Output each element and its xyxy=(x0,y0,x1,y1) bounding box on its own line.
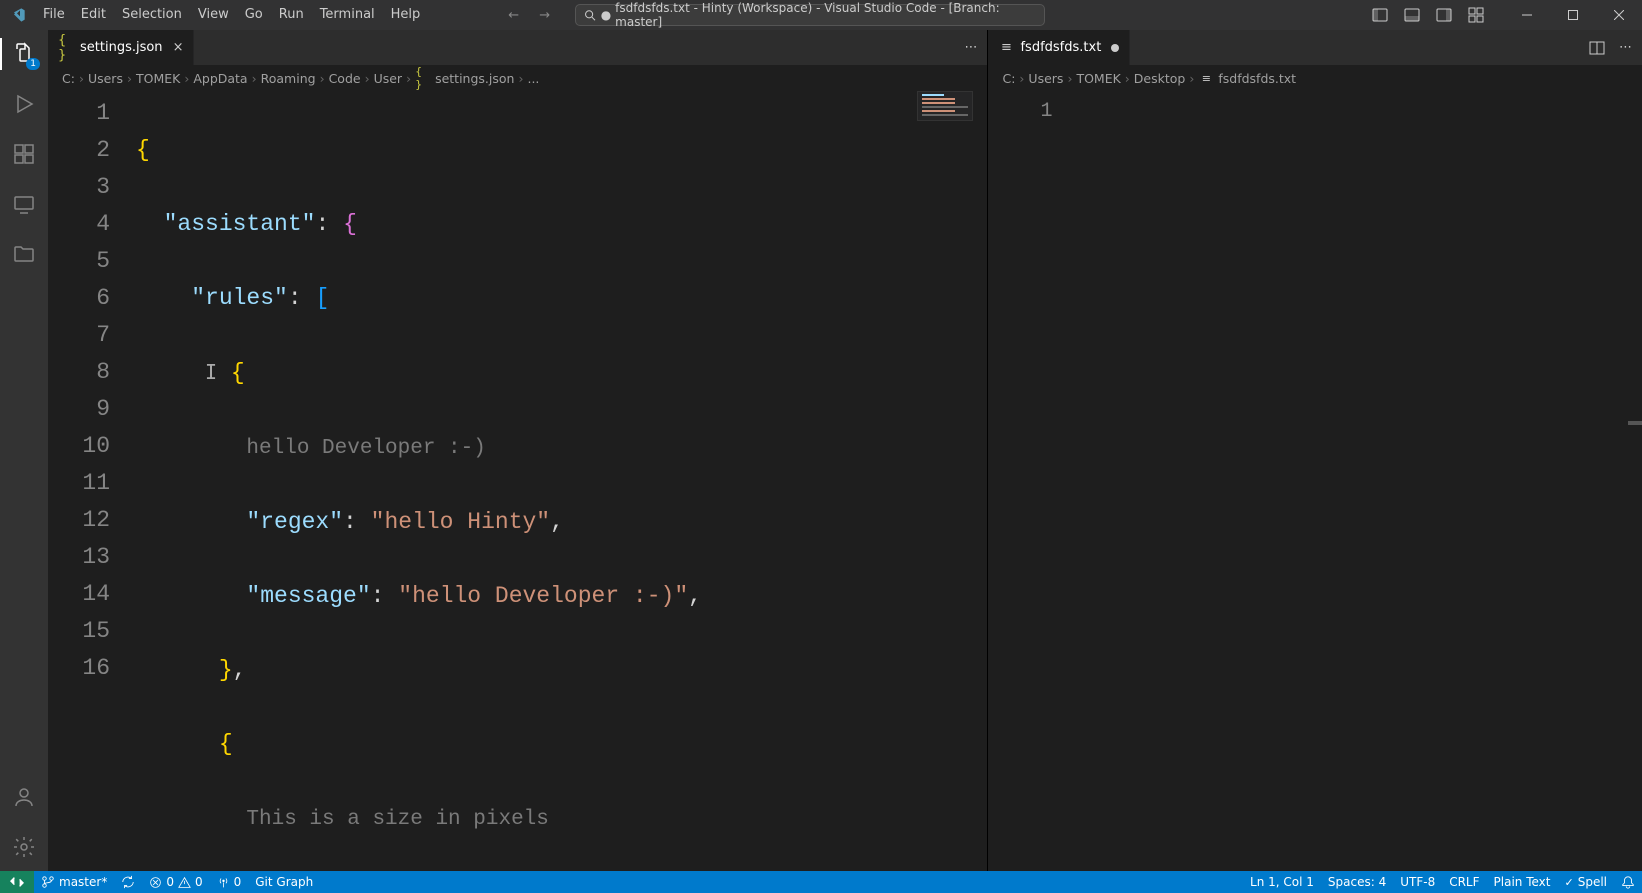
command-center[interactable]: ● fsdfdsfds.txt - Hinty (Workspace) - Vi… xyxy=(575,4,1045,26)
menu-file[interactable]: File xyxy=(35,0,73,30)
status-eol[interactable]: CRLF xyxy=(1442,871,1486,893)
tabs-left: { } settings.json × ⋯ xyxy=(48,30,987,65)
status-notifications-icon[interactable] xyxy=(1614,871,1642,893)
window-close-icon[interactable] xyxy=(1596,0,1642,30)
extensions-icon[interactable] xyxy=(10,140,38,168)
close-icon[interactable]: × xyxy=(173,40,184,55)
text-cursor-icon: I xyxy=(205,360,217,384)
editor-right[interactable]: 1 xyxy=(988,91,1642,871)
more-actions-icon[interactable]: ⋯ xyxy=(964,40,977,55)
customize-layout-icon[interactable] xyxy=(1468,7,1484,23)
status-gitgraph[interactable]: Git Graph xyxy=(248,871,320,893)
error-icon xyxy=(149,876,162,889)
settings-gear-icon[interactable] xyxy=(10,833,38,861)
search-icon xyxy=(584,9,597,22)
crumb[interactable]: TOMEK xyxy=(1076,71,1120,86)
editor-group-right: ≡ fsdfdsfds.txt ⋯ C:› Users› TOMEK› Desk… xyxy=(988,30,1642,871)
command-center-title: fsdfdsfds.txt - Hinty (Workspace) - Visu… xyxy=(615,1,1036,29)
json-file-icon: { } xyxy=(415,70,431,86)
tab-settings-json[interactable]: { } settings.json × xyxy=(48,30,194,65)
json-file-icon: { } xyxy=(58,40,74,56)
scroll-position-icon xyxy=(1628,421,1642,425)
crumb[interactable]: fsdfdsfds.txt xyxy=(1218,71,1296,86)
gutter-right: 1 xyxy=(988,91,1078,871)
menu-view[interactable]: View xyxy=(190,0,237,30)
status-ports[interactable]: 0 xyxy=(210,871,249,893)
tab-fsdfdsfds[interactable]: ≡ fsdfdsfds.txt xyxy=(988,30,1130,65)
status-lncol[interactable]: Ln 1, Col 1 xyxy=(1243,871,1321,893)
crumb[interactable]: Roaming xyxy=(261,71,316,86)
code-area-left[interactable]: { "assistant": { "rules": [ I { hello De… xyxy=(136,91,987,871)
toggle-panel-right-icon[interactable] xyxy=(1436,7,1452,23)
vscode-logo-icon xyxy=(0,7,35,23)
window-maximize-icon[interactable] xyxy=(1550,0,1596,30)
breadcrumbs-right[interactable]: C:› Users› TOMEK› Desktop› ≡ fsdfdsfds.t… xyxy=(988,65,1642,91)
minimap[interactable] xyxy=(917,91,973,121)
crumb[interactable]: AppData xyxy=(193,71,247,86)
toggle-panel-left-icon[interactable] xyxy=(1372,7,1388,23)
menu-edit[interactable]: Edit xyxy=(73,0,114,30)
menu-terminal[interactable]: Terminal xyxy=(312,0,383,30)
code-area-right[interactable] xyxy=(1078,91,1642,871)
crumb[interactable]: settings.json xyxy=(435,71,514,86)
text-file-icon: ≡ xyxy=(998,40,1014,56)
more-actions-icon[interactable]: ⋯ xyxy=(1619,40,1632,55)
activity-bar: 1 xyxy=(0,30,48,871)
tabs-right: ≡ fsdfdsfds.txt ⋯ xyxy=(988,30,1642,65)
status-problems[interactable]: 0 0 xyxy=(142,871,209,893)
tab-label: settings.json xyxy=(80,40,163,55)
inline-hint: hello Developer :-) xyxy=(246,437,485,460)
status-branch[interactable]: master* xyxy=(34,871,114,893)
menubar: File Edit Selection View Go Run Terminal… xyxy=(35,0,428,30)
warning-icon xyxy=(178,876,191,889)
dirty-indicator-icon xyxy=(1111,44,1119,52)
toggle-panel-bottom-icon[interactable] xyxy=(1404,7,1420,23)
crumb[interactable]: Users xyxy=(88,71,123,86)
explorer-badge: 1 xyxy=(26,58,40,70)
menu-help[interactable]: Help xyxy=(383,0,429,30)
folder-icon[interactable] xyxy=(10,240,38,268)
editor-left[interactable]: 1 2 3 4 5 6 7 8 9 10 11 12 13 xyxy=(48,91,987,871)
editor-group-left: { } settings.json × ⋯ C:› Users› TOMEK› … xyxy=(48,30,988,871)
explorer-icon[interactable]: 1 xyxy=(10,40,38,68)
remote-explorer-icon[interactable] xyxy=(10,190,38,218)
status-sync[interactable] xyxy=(114,871,142,893)
nav-back-icon[interactable]: ← xyxy=(508,8,519,23)
gutter-left: 1 2 3 4 5 6 7 8 9 10 11 12 13 xyxy=(48,91,136,871)
crumb[interactable]: TOMEK xyxy=(136,71,180,86)
status-language[interactable]: Plain Text xyxy=(1487,871,1558,893)
status-spell[interactable]: ✓Spell xyxy=(1557,871,1614,893)
inline-hint: This is a size in pixels xyxy=(246,808,548,831)
command-center-dirty-icon: ● xyxy=(601,8,611,22)
radio-tower-icon xyxy=(217,876,230,889)
run-debug-icon[interactable] xyxy=(10,90,38,118)
menu-run[interactable]: Run xyxy=(271,0,312,30)
text-file-icon: ≡ xyxy=(1198,70,1214,86)
crumb[interactable]: C: xyxy=(1002,71,1015,86)
window-minimize-icon[interactable] xyxy=(1504,0,1550,30)
status-encoding[interactable]: UTF-8 xyxy=(1393,871,1442,893)
crumb[interactable]: Desktop xyxy=(1134,71,1186,86)
sync-icon xyxy=(121,875,135,889)
tab-label: fsdfdsfds.txt xyxy=(1020,40,1101,55)
titlebar: File Edit Selection View Go Run Terminal… xyxy=(0,0,1642,30)
split-editor-icon[interactable] xyxy=(1589,40,1605,56)
menu-go[interactable]: Go xyxy=(237,0,271,30)
crumb[interactable]: User xyxy=(374,71,403,86)
statusbar: master* 0 0 0 Git Graph Ln 1, Col 1 Spac… xyxy=(0,871,1642,893)
crumb[interactable]: Code xyxy=(329,71,361,86)
nav-forward-icon[interactable]: → xyxy=(539,8,550,23)
accounts-icon[interactable] xyxy=(10,783,38,811)
crumb[interactable]: C: xyxy=(62,71,75,86)
crumb[interactable]: Users xyxy=(1028,71,1063,86)
git-branch-icon xyxy=(41,875,55,889)
remote-indicator-icon[interactable] xyxy=(0,871,34,893)
menu-selection[interactable]: Selection xyxy=(114,0,190,30)
breadcrumbs-left[interactable]: C:› Users› TOMEK› AppData› Roaming› Code… xyxy=(48,65,987,91)
crumb[interactable]: ... xyxy=(527,71,539,86)
status-spaces[interactable]: Spaces: 4 xyxy=(1321,871,1393,893)
